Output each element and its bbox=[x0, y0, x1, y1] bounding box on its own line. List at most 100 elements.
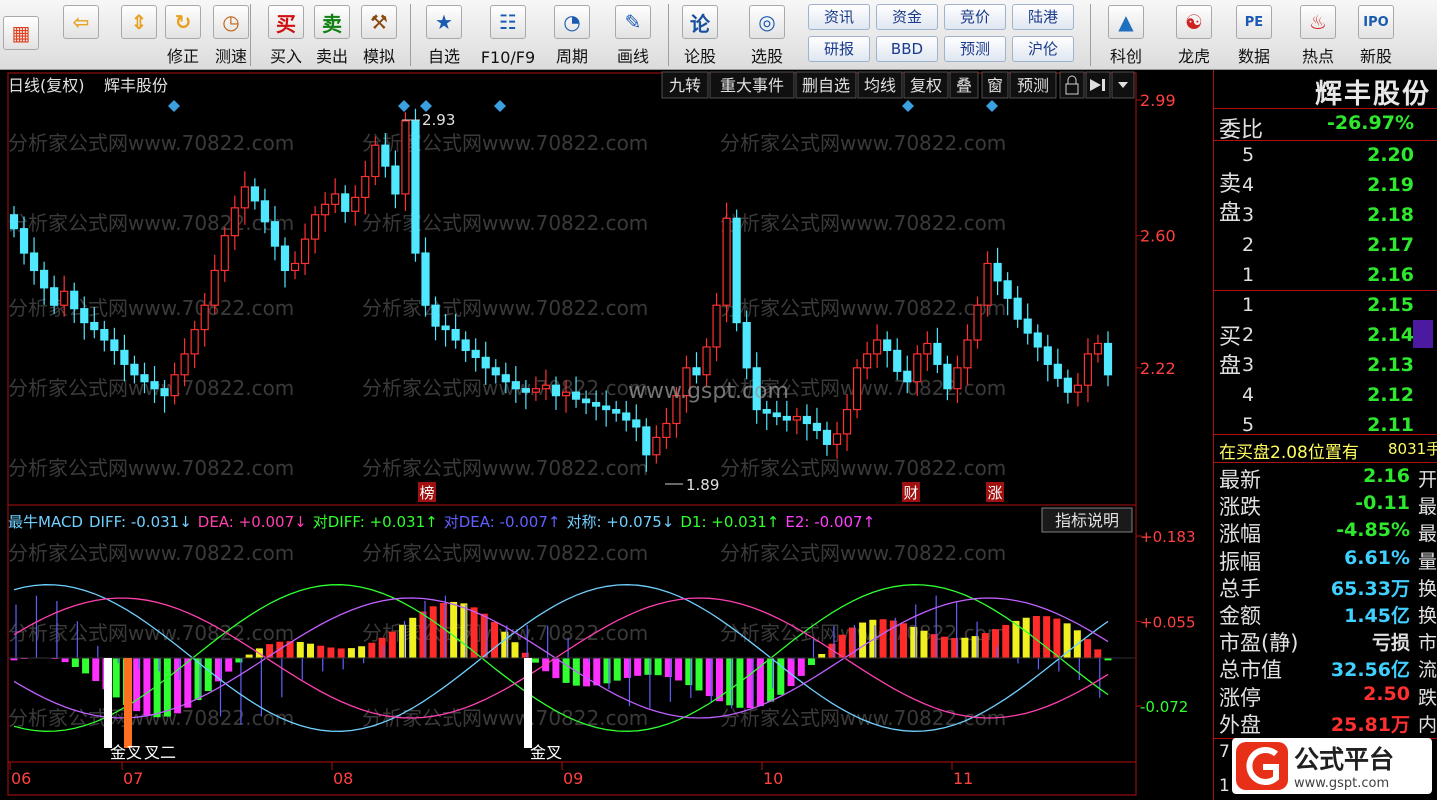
buy-level-row[interactable]: 1 2.15 bbox=[1214, 292, 1437, 322]
toolbar-pill-6[interactable]: 预测 bbox=[944, 36, 1006, 62]
candle-body bbox=[341, 193, 350, 212]
watermark-text: 分析家公式网www.70822.com bbox=[8, 211, 294, 235]
up-down-arrows-icon: ⇕ bbox=[121, 5, 157, 39]
toolbar-button-10[interactable]: ◔ 周期 bbox=[544, 2, 600, 68]
toolbar-button-5[interactable]: 买买入 bbox=[264, 2, 308, 68]
stat-row: 振幅 6.61% 量 bbox=[1214, 546, 1437, 576]
event-diamond-icon[interactable] bbox=[902, 100, 914, 112]
toolbar-button-up-down-arrows-icon[interactable]: ⇕ bbox=[118, 2, 160, 68]
candlestick-series bbox=[9, 108, 1113, 472]
candle-body bbox=[351, 196, 360, 212]
sell-level-row[interactable]: 2 2.17 bbox=[1214, 232, 1437, 262]
toolbar-pill-2[interactable]: 竞价 bbox=[944, 4, 1006, 30]
toolbar-button-17[interactable]: ♨ 热点 bbox=[1290, 2, 1346, 68]
toolbar-pill-1[interactable]: 资金 bbox=[876, 4, 938, 30]
event-diamond-icon[interactable] bbox=[398, 100, 410, 112]
toolbar-button-13[interactable]: ◎ 选股 bbox=[738, 2, 796, 68]
toolbar-button-label: 新股 bbox=[1359, 47, 1392, 66]
period-icon: ◔ bbox=[554, 5, 590, 39]
event-diamond-icon[interactable] bbox=[168, 100, 180, 112]
price-axis-label: 2.22 bbox=[1140, 359, 1176, 378]
buy-level-row[interactable]: 3 2.13 bbox=[1214, 352, 1437, 382]
event-diamond-icon[interactable] bbox=[986, 100, 998, 112]
event-diamond-icon[interactable] bbox=[494, 100, 506, 112]
stat-value: 32.56亿 bbox=[1330, 659, 1410, 682]
macd-title: 最牛MACD bbox=[8, 513, 83, 531]
kechuang-icon: ▲ bbox=[1108, 5, 1144, 39]
toolbar-button-12[interactable]: 论论股 bbox=[672, 2, 728, 68]
candle-body bbox=[1033, 332, 1042, 348]
stat-label: 金额 bbox=[1219, 604, 1261, 628]
toolbar-pill-7[interactable]: 沪伦 bbox=[1012, 36, 1074, 62]
stat-row: 涨停 2.50 跌 bbox=[1214, 682, 1437, 712]
logo-url: www.gspt.com bbox=[1294, 776, 1389, 791]
candle-body bbox=[180, 353, 189, 376]
toolbar-pill-5[interactable]: BBD bbox=[876, 36, 938, 62]
time-axis: 06 07 08 09 10 11 bbox=[9, 762, 973, 788]
toolbar-button-label: 热点 bbox=[1301, 47, 1334, 66]
macd-bar bbox=[327, 647, 335, 658]
candle-body bbox=[662, 422, 671, 438]
toolbar-button-app-grid-icon[interactable]: ▦ bbox=[0, 6, 42, 72]
chart-menu-label: 预测 bbox=[1017, 76, 1049, 95]
candle-body bbox=[130, 363, 139, 376]
macd-bar bbox=[388, 631, 396, 658]
sell-level-row[interactable]: 4 2.19 bbox=[1214, 172, 1437, 202]
sell-level-price: 2.20 bbox=[1367, 144, 1414, 166]
macd-bar bbox=[1053, 618, 1061, 658]
period-label[interactable]: 日线(复权) bbox=[8, 76, 85, 95]
sell-level-row[interactable]: 3 2.18 bbox=[1214, 202, 1437, 232]
toolbar-button-16[interactable]: PE 数据 bbox=[1226, 2, 1282, 68]
chart-area[interactable]: 分析家公式网www.70822.com 分析家公式网www.70822.com 分析… bbox=[0, 70, 1213, 800]
watermark-text: 分析家公式网www.70822.com bbox=[8, 706, 294, 730]
candle-body bbox=[963, 339, 972, 369]
macd-header: 最牛MACD DIFF: -0.031↓ DEA: +0.007↓ 对DIFF: +0… bbox=[8, 513, 875, 531]
macd-bar bbox=[961, 637, 969, 658]
candle-body bbox=[200, 304, 209, 331]
sell-level-row[interactable]: 5 2.20 bbox=[1214, 142, 1437, 172]
stat-row: 总市值 32.56亿流 bbox=[1214, 654, 1437, 684]
candle-body bbox=[1063, 377, 1072, 393]
candle-body bbox=[250, 186, 259, 202]
stat-label: 涨停 bbox=[1219, 685, 1261, 710]
chart-canvas[interactable]: 分析家公式网www.70822.com 分析家公式网www.70822.com 分析… bbox=[0, 70, 1213, 800]
toolbar-button-14[interactable]: ▲ 科创 bbox=[1098, 2, 1154, 68]
candle-body bbox=[732, 217, 741, 324]
watermark-text: 分析家公式网www.70822.com bbox=[8, 456, 294, 480]
stat-value: 亏损 bbox=[1371, 632, 1410, 655]
candle-body bbox=[29, 252, 39, 272]
toolbar-button-7[interactable]: ⚒ 模拟 bbox=[356, 2, 402, 68]
chart-menu-label: 均线 bbox=[864, 76, 896, 95]
buy-level-row[interactable]: 2 2.14 bbox=[1214, 322, 1437, 352]
chart-menu-label: 重大事件 bbox=[720, 76, 784, 95]
toolbar-pill-4[interactable]: 研报 bbox=[808, 36, 870, 62]
watermark-text: 分析家公式网www.70822.com bbox=[362, 211, 648, 235]
stat-label: 总市值 bbox=[1219, 658, 1282, 683]
toolbar-button-9[interactable]: ☷ F10/F9 bbox=[476, 2, 540, 68]
toolbar-button-15[interactable]: ☯ 龙虎 bbox=[1166, 2, 1222, 68]
macd-axis-label: -0.072 bbox=[1140, 698, 1188, 716]
toolbar-pill-0[interactable]: 资讯 bbox=[808, 4, 870, 30]
candle-body bbox=[140, 374, 149, 383]
macd-signal-label: 叉二 bbox=[144, 743, 176, 762]
candle-body bbox=[802, 415, 811, 425]
toolbar-button-label: 卖出 bbox=[315, 47, 348, 66]
stat-edge-label: 换 bbox=[1418, 605, 1437, 627]
toolbar-button-8[interactable]: ★ 自选 bbox=[418, 2, 470, 68]
toolbar-button-11[interactable]: ✎ 画线 bbox=[602, 2, 664, 68]
toolbar-button-back-arrow-icon[interactable]: ⇦ bbox=[54, 2, 108, 68]
stat-row: 涨跌 -0.11 最 bbox=[1214, 491, 1437, 521]
candle-body bbox=[280, 245, 290, 272]
toolbar-button-6[interactable]: 卖卖出 bbox=[310, 2, 354, 68]
gspt-logo: 公式平台 www.gspt.com bbox=[1232, 738, 1432, 794]
pen-icon: ✎ bbox=[615, 5, 651, 39]
toolbar-button-3[interactable]: ↻ 修正 bbox=[160, 2, 206, 68]
toolbar-button-4[interactable]: ◷ 测速 bbox=[208, 2, 254, 68]
buy-level-row[interactable]: 4 2.12 bbox=[1214, 382, 1437, 412]
sell-level-row[interactable]: 1 2.16 bbox=[1214, 262, 1437, 292]
toolbar-button-18[interactable]: IPO 新股 bbox=[1348, 2, 1404, 68]
macd-bar bbox=[756, 658, 764, 707]
candle-body bbox=[832, 433, 842, 445]
macd-field: 对DEA: -0.007↑ bbox=[444, 513, 561, 531]
toolbar-pill-3[interactable]: 陆港 bbox=[1012, 4, 1074, 30]
